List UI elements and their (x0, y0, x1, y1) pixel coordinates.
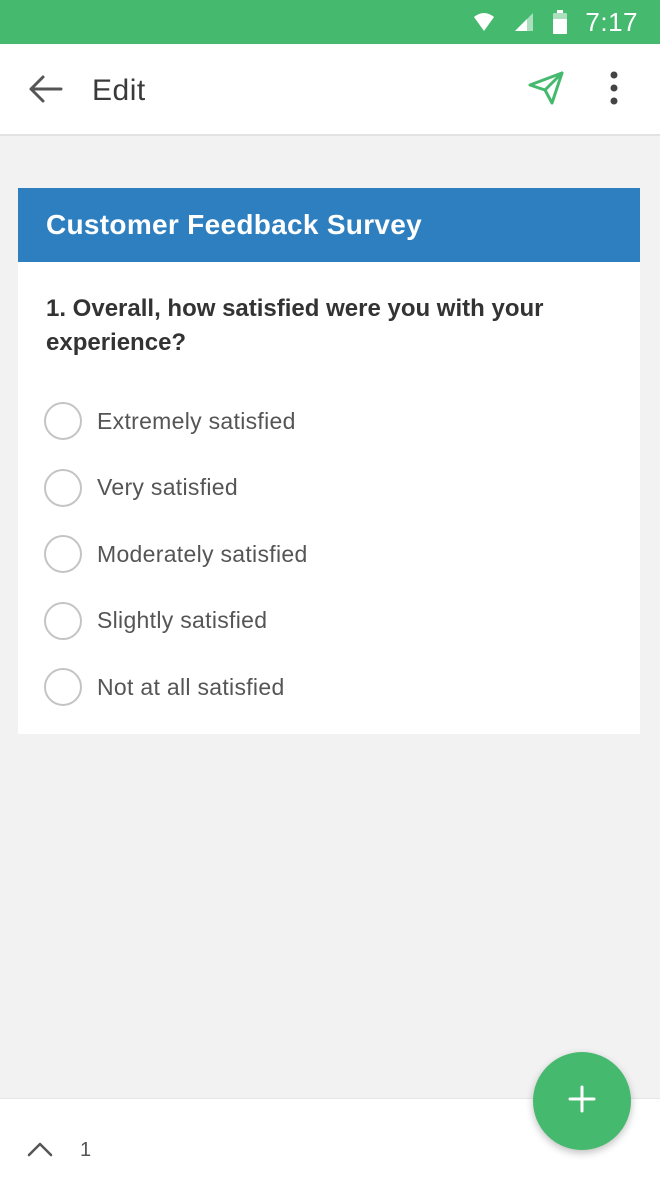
back-arrow-icon (27, 74, 63, 109)
signal-icon (513, 12, 535, 32)
add-question-button[interactable] (533, 1052, 631, 1150)
wifi-icon (473, 12, 495, 32)
option-not-at-all-satisfied[interactable]: Not at all satisfied (44, 654, 624, 721)
back-button[interactable] (22, 68, 68, 114)
survey-title: Customer Feedback Survey (18, 188, 640, 262)
plus-icon (568, 1085, 596, 1118)
option-label: Very satisfied (97, 474, 238, 501)
battery-icon (553, 10, 568, 34)
send-icon (528, 71, 564, 110)
survey-card: Customer Feedback Survey 1. Overall, how… (18, 188, 640, 734)
page-title: Edit (92, 74, 146, 107)
app-bar: Edit (0, 44, 660, 136)
option-label: Not at all satisfied (97, 673, 285, 700)
radio-button[interactable] (44, 468, 82, 507)
option-very-satisfied[interactable]: Very satisfied (44, 455, 624, 522)
question-text: 1. Overall, how satisfied were you with … (46, 295, 544, 356)
status-bar: 7:17 (0, 0, 660, 44)
radio-button[interactable] (44, 601, 82, 640)
option-label: Extremely satisfied (97, 407, 296, 434)
option-extremely-satisfied[interactable]: Extremely satisfied (44, 388, 624, 455)
radio-button[interactable] (44, 668, 82, 707)
option-label: Moderately satisfied (97, 540, 308, 567)
send-button[interactable] (522, 66, 570, 114)
answer-options: Extremely satisfied Very satisfied Moder… (44, 388, 624, 721)
option-moderately-satisfied[interactable]: Moderately satisfied (44, 521, 624, 588)
option-label: Slightly satisfied (97, 607, 268, 634)
option-slightly-satisfied[interactable]: Slightly satisfied (44, 588, 624, 655)
page-number: 1 (80, 1139, 92, 1161)
expand-pages-button[interactable] (20, 1135, 60, 1167)
chevron-up-icon (27, 1141, 53, 1162)
radio-button[interactable] (44, 535, 82, 574)
radio-button[interactable] (44, 402, 82, 441)
status-time: 7:17 (585, 6, 638, 37)
more-vert-icon (610, 71, 618, 110)
more-options-button[interactable] (592, 66, 636, 114)
